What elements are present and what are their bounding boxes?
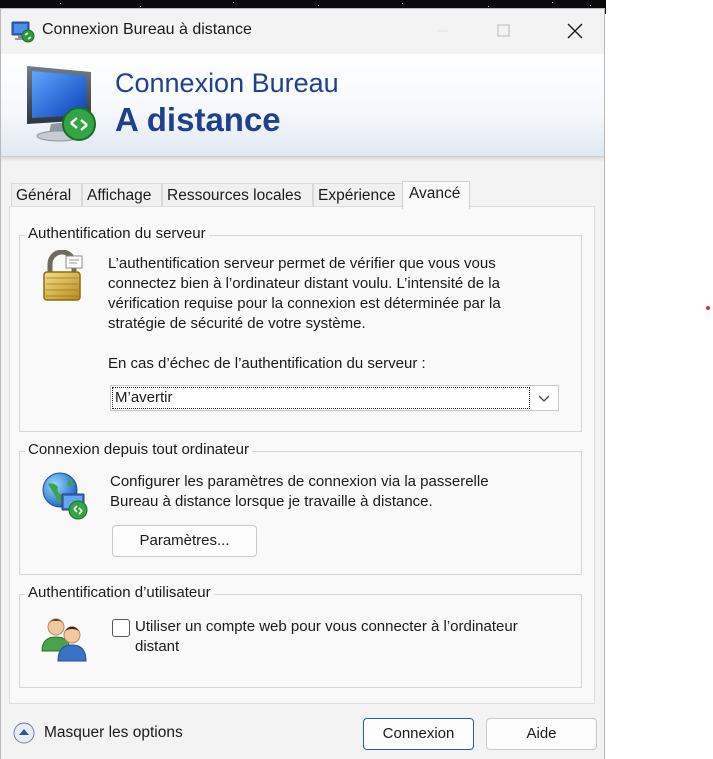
help-button[interactable]: Aide	[486, 718, 597, 750]
maximize-icon	[497, 24, 510, 37]
gateway-settings-button[interactable]: Paramètres...	[112, 525, 257, 557]
connect-anywhere-description: Configurer les paramètres de connexion v…	[110, 473, 489, 510]
remote-desktop-icon	[11, 21, 35, 43]
users-icon	[41, 618, 87, 662]
banner-title-line2: A distance	[115, 101, 281, 138]
connect-button[interactable]: Connexion	[363, 718, 474, 750]
server-auth-description: L’authentification serveur permet de vér…	[108, 255, 501, 332]
connect-anywhere-legend: Connexion depuis tout ordinateur	[25, 441, 252, 458]
connect-anywhere-group: Connexion depuis tout ordinateur Configu…	[19, 441, 582, 575]
server-auth-group: Authentification du serveur L’authentifi…	[19, 225, 582, 432]
tab-local-resources[interactable]: Ressources locales	[162, 183, 313, 207]
tab-experience[interactable]: Expérience	[313, 183, 403, 207]
close-button[interactable]	[552, 9, 598, 53]
desktop-marker-dot	[706, 306, 710, 310]
banner: Connexion Bureau A distance	[1, 54, 604, 156]
minimize-icon	[438, 30, 448, 32]
tab-display[interactable]: Affichage	[82, 183, 162, 207]
advanced-tab-panel: Authentification du serveur L’authentifi…	[9, 206, 595, 704]
web-account-checkbox-label[interactable]: Utiliser un compte web pour vous connect…	[135, 617, 565, 657]
hide-options-toggle[interactable]: Masquer les options	[44, 724, 183, 742]
server-auth-legend: Authentification du serveur	[25, 225, 209, 242]
remote-desktop-monitor-icon	[27, 66, 96, 142]
banner-divider	[1, 156, 604, 162]
window-title: Connexion Bureau à distance	[42, 21, 252, 38]
collapse-options-icon[interactable]	[13, 722, 35, 744]
user-auth-legend: Authentification d’utilisateur	[25, 584, 214, 601]
chevron-down-icon	[538, 395, 550, 402]
title-bar[interactable]: Connexion Bureau à distance	[1, 9, 604, 53]
globe-remote-icon	[42, 472, 88, 520]
server-auth-selected: M’avertir	[112, 387, 530, 409]
user-auth-group: Authentification d’utilisateur Utiliser …	[19, 584, 582, 688]
web-account-checkbox[interactable]	[112, 619, 130, 637]
close-icon	[567, 23, 583, 39]
banner-title-line1: Connexion Bureau	[115, 68, 339, 98]
remote-desktop-window: Connexion Bureau à distance Connexion Bu…	[0, 8, 605, 759]
tab-general[interactable]: Général	[11, 183, 82, 207]
maximize-button[interactable]	[483, 9, 529, 53]
padlock-icon	[43, 250, 83, 301]
server-auth-dropdown[interactable]: M’avertir	[110, 385, 559, 411]
server-auth-prompt: En cas d’échec de l’authentification du …	[108, 355, 426, 372]
tab-advanced[interactable]: Avancé	[402, 181, 470, 209]
minimize-button[interactable]	[420, 9, 466, 53]
